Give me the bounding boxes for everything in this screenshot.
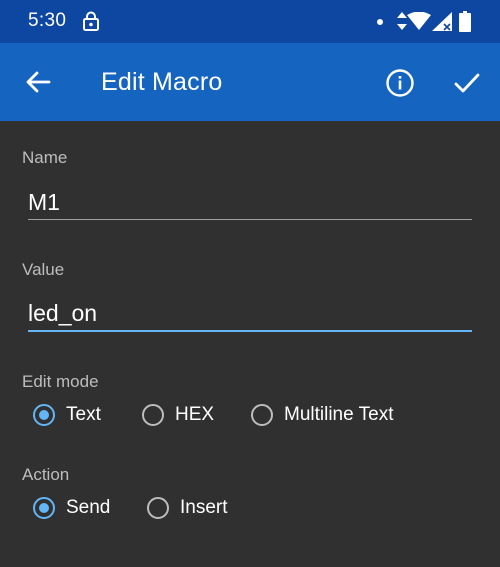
signal-icon <box>432 12 452 31</box>
value-label: Value <box>22 260 65 279</box>
back-button[interactable] <box>20 64 56 100</box>
name-label: Name <box>22 148 68 167</box>
action-label: Action <box>22 465 70 484</box>
radio-label: Multiline Text <box>284 404 394 425</box>
edit-mode-label: Edit mode <box>22 372 99 391</box>
radio-unchecked-icon <box>251 404 273 426</box>
radio-checked-icon <box>33 404 55 426</box>
value-field[interactable] <box>28 291 472 335</box>
data-arrows-icon <box>397 12 407 30</box>
radio-label: Send <box>66 497 111 518</box>
name-field[interactable] <box>28 180 472 224</box>
page-title: Edit Macro <box>101 68 223 96</box>
radio-label: HEX <box>175 404 215 425</box>
name-field-underline <box>28 219 472 220</box>
lock-icon <box>83 11 99 31</box>
check-icon <box>454 73 480 93</box>
radio-label: Text <box>66 404 101 425</box>
edit-mode-multiline-radio[interactable]: Multiline Text <box>251 404 393 426</box>
radio-label: Insert <box>180 497 228 518</box>
radio-unchecked-icon <box>147 497 169 519</box>
radio-unchecked-icon <box>142 404 164 426</box>
info-button[interactable] <box>383 66 417 100</box>
notification-dot-icon <box>377 19 383 25</box>
save-button[interactable] <box>450 66 484 100</box>
action-send-radio[interactable]: Send <box>33 497 110 519</box>
status-bar: 5:30 <box>0 0 500 43</box>
edit-mode-text-radio[interactable]: Text <box>33 404 101 426</box>
action-insert-radio[interactable]: Insert <box>147 497 228 519</box>
radio-checked-icon <box>33 497 55 519</box>
edit-mode-hex-radio[interactable]: HEX <box>142 404 214 426</box>
arrow-back-icon <box>26 71 51 93</box>
battery-icon <box>459 11 471 32</box>
value-field-underline <box>28 330 472 332</box>
app-bar: Edit Macro <box>0 43 500 121</box>
status-time: 5:30 <box>28 10 67 31</box>
wifi-icon <box>407 12 431 30</box>
info-icon <box>386 69 414 97</box>
